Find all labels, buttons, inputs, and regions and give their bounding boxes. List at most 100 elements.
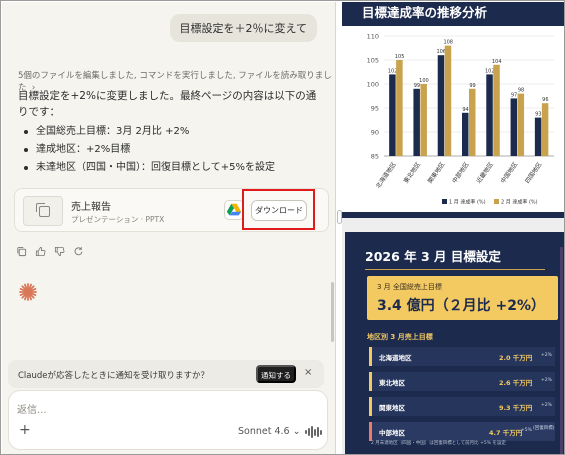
slide-achievement-trend: 目標達成率の推移分析 85 90 95 100 105 110 102 105 北海道地区 99 1… <box>342 2 564 218</box>
data-label: 105 <box>395 54 405 60</box>
data-label: 94 <box>462 107 468 113</box>
data-label: 100 <box>419 78 429 84</box>
claude-spark-icon <box>19 283 37 301</box>
region-row: 東北地区 2.6 千万円 +2% <box>369 372 555 391</box>
legend-swatch <box>442 199 447 204</box>
y-tick-label: 100 <box>367 81 379 89</box>
notification-prompt: Claudeが応答したときに通知を受け取りますか？ 通知する × <box>8 360 324 388</box>
region-pct: +5% <box>521 428 532 433</box>
y-tick-label: 110 <box>367 33 379 41</box>
response-bullets: 全国総売上目標：3月 2月比 +2% 達成地区：+2%目標 未達地区（四国・中国… <box>24 123 275 177</box>
region-name: 関東地区 <box>379 404 405 412</box>
thumbs-up-icon[interactable] <box>35 246 46 257</box>
close-icon[interactable]: × <box>304 367 312 378</box>
data-label: 97 <box>511 92 517 98</box>
region-value: 4.7 千万円 <box>489 429 523 437</box>
row-accent <box>369 347 372 366</box>
next-slide-edge <box>560 247 563 454</box>
data-label: 96 <box>542 97 548 103</box>
y-tick-label: 105 <box>367 57 379 65</box>
copy-icon[interactable] <box>16 246 27 257</box>
bullet-item: 未達地区（四国・中国）：回復目標として+5%を設定 <box>24 159 275 177</box>
bar-jan <box>486 74 493 156</box>
chat-panel: 目標設定を＋2％に変えて 5個のファイルを編集しました, コマンドを実行しました… <box>2 2 335 454</box>
region-row: 関東地区 9.3 千万円 +2% <box>369 397 555 416</box>
save-to-drive-button[interactable] <box>224 200 244 220</box>
file-name: 売上報告 <box>71 202 111 213</box>
y-tick-label: 90 <box>371 129 379 137</box>
region-name: 北海道地区 <box>379 354 412 362</box>
data-label: 104 <box>492 59 502 65</box>
region-name: 東北地区 <box>379 379 405 387</box>
reply-input[interactable]: 返信... <box>17 401 47 416</box>
bar-feb <box>444 45 452 156</box>
message-actions <box>16 246 84 257</box>
notification-text: Claudeが応答したときに通知を受け取りますか？ <box>18 371 210 381</box>
voice-input-icon[interactable] <box>305 426 322 438</box>
model-selector[interactable]: Sonnet 4.6 ⌄ <box>238 426 301 437</box>
row-accent <box>369 422 372 441</box>
target-label: 3 月 全国総売上目標 <box>377 283 442 291</box>
legend-swatch <box>494 199 499 204</box>
chat-scrollbar[interactable] <box>331 282 334 342</box>
bar-feb <box>396 60 403 156</box>
x-tick-label: 中部地区 <box>450 161 470 185</box>
bar-jan <box>534 117 542 156</box>
region-note: (回復目標) <box>533 426 555 431</box>
slides-preview: 目標達成率の推移分析 85 90 95 100 105 110 102 105 北海道地区 99 1… <box>342 2 564 454</box>
enable-notifications-button[interactable]: 通知する <box>256 365 296 383</box>
region-value: 9.3 千万円 <box>499 404 533 412</box>
thumbs-down-icon[interactable] <box>54 246 65 257</box>
section-title: 地区別 3 月売上目標 <box>367 333 433 341</box>
target-value: 3.4 億円（２月比 +2%） <box>377 298 546 314</box>
message-composer[interactable]: 返信... + Sonnet 4.6 ⌄ <box>8 390 328 450</box>
bar-jan <box>437 55 445 157</box>
row-accent <box>369 397 372 416</box>
slide-target-setting: 2026 年 3 月 目標設定 3 月 全国総売上目標 3.4 億円（２月比 +… <box>345 232 564 454</box>
bar-feb <box>420 84 427 156</box>
x-tick-label: 東北地区 <box>402 161 422 185</box>
data-label: 108 <box>443 40 453 46</box>
data-label: 99 <box>469 83 475 89</box>
region-pct: +2% <box>541 353 552 358</box>
bar-chart: 85 90 95 100 105 110 102 105 北海道地区 99 100 東北地区 106 10… <box>367 33 554 206</box>
region-pct: +2% <box>541 403 552 408</box>
retry-icon[interactable] <box>73 246 84 257</box>
model-name: Sonnet 4.6 <box>238 426 290 437</box>
chart-container: 85 90 95 100 105 110 102 105 北海道地区 99 100 東北地区 106 10… <box>342 26 564 212</box>
region-row: 北海道地区 2.0 千万円 +2% <box>369 347 555 366</box>
bar-jan <box>462 112 469 156</box>
document-icon <box>36 203 50 217</box>
y-tick-label: 85 <box>371 153 379 161</box>
legend-label: 2 月 達成率 (%) <box>501 199 538 206</box>
bar-feb <box>517 93 525 156</box>
national-target-box: 3 月 全国総売上目標 3.4 億円（２月比 +2%） <box>367 276 558 320</box>
bar-jan <box>389 74 396 156</box>
bar-feb <box>469 88 476 156</box>
region-value: 2.0 千万円 <box>499 354 533 362</box>
file-type: プレゼンテーション · PPTX <box>71 215 165 224</box>
bar-feb <box>541 103 549 156</box>
panel-divider <box>335 2 336 454</box>
x-tick-label: 四国地区 <box>523 161 543 185</box>
data-label: 102 <box>388 68 398 74</box>
x-tick-label: 中国地区 <box>499 161 519 185</box>
data-label: 102 <box>485 68 495 74</box>
plus-icon[interactable]: + <box>19 423 31 437</box>
slide-title: 目標達成率の推移分析 <box>362 5 488 20</box>
region-value: 2.6 千万円 <box>499 379 533 387</box>
slide-title: 2026 年 3 月 目標設定 <box>365 249 501 264</box>
window-frame: 目標設定を＋2％に変えて 5個のファイルを編集しました, コマンドを実行しました… <box>0 0 565 455</box>
x-tick-label: 関東地区 <box>426 161 446 185</box>
chevron-down-icon: ⌄ <box>292 426 301 437</box>
y-tick-label: 95 <box>371 105 379 113</box>
bullet-item: 全国総売上目標：3月 2月比 +2% <box>24 123 275 141</box>
data-label: 93 <box>535 112 541 118</box>
response-intro: 目標設定を+2%に変更しました。最終ページの内容は以下の通りです： <box>18 90 317 118</box>
data-label: 106 <box>436 49 446 55</box>
region-pct: +2% <box>541 378 552 383</box>
region-name: 中部地区 <box>379 429 405 437</box>
highlight-box <box>242 189 315 230</box>
bullet-item: 達成地区：+2%目標 <box>24 141 275 159</box>
google-drive-icon <box>226 203 242 216</box>
